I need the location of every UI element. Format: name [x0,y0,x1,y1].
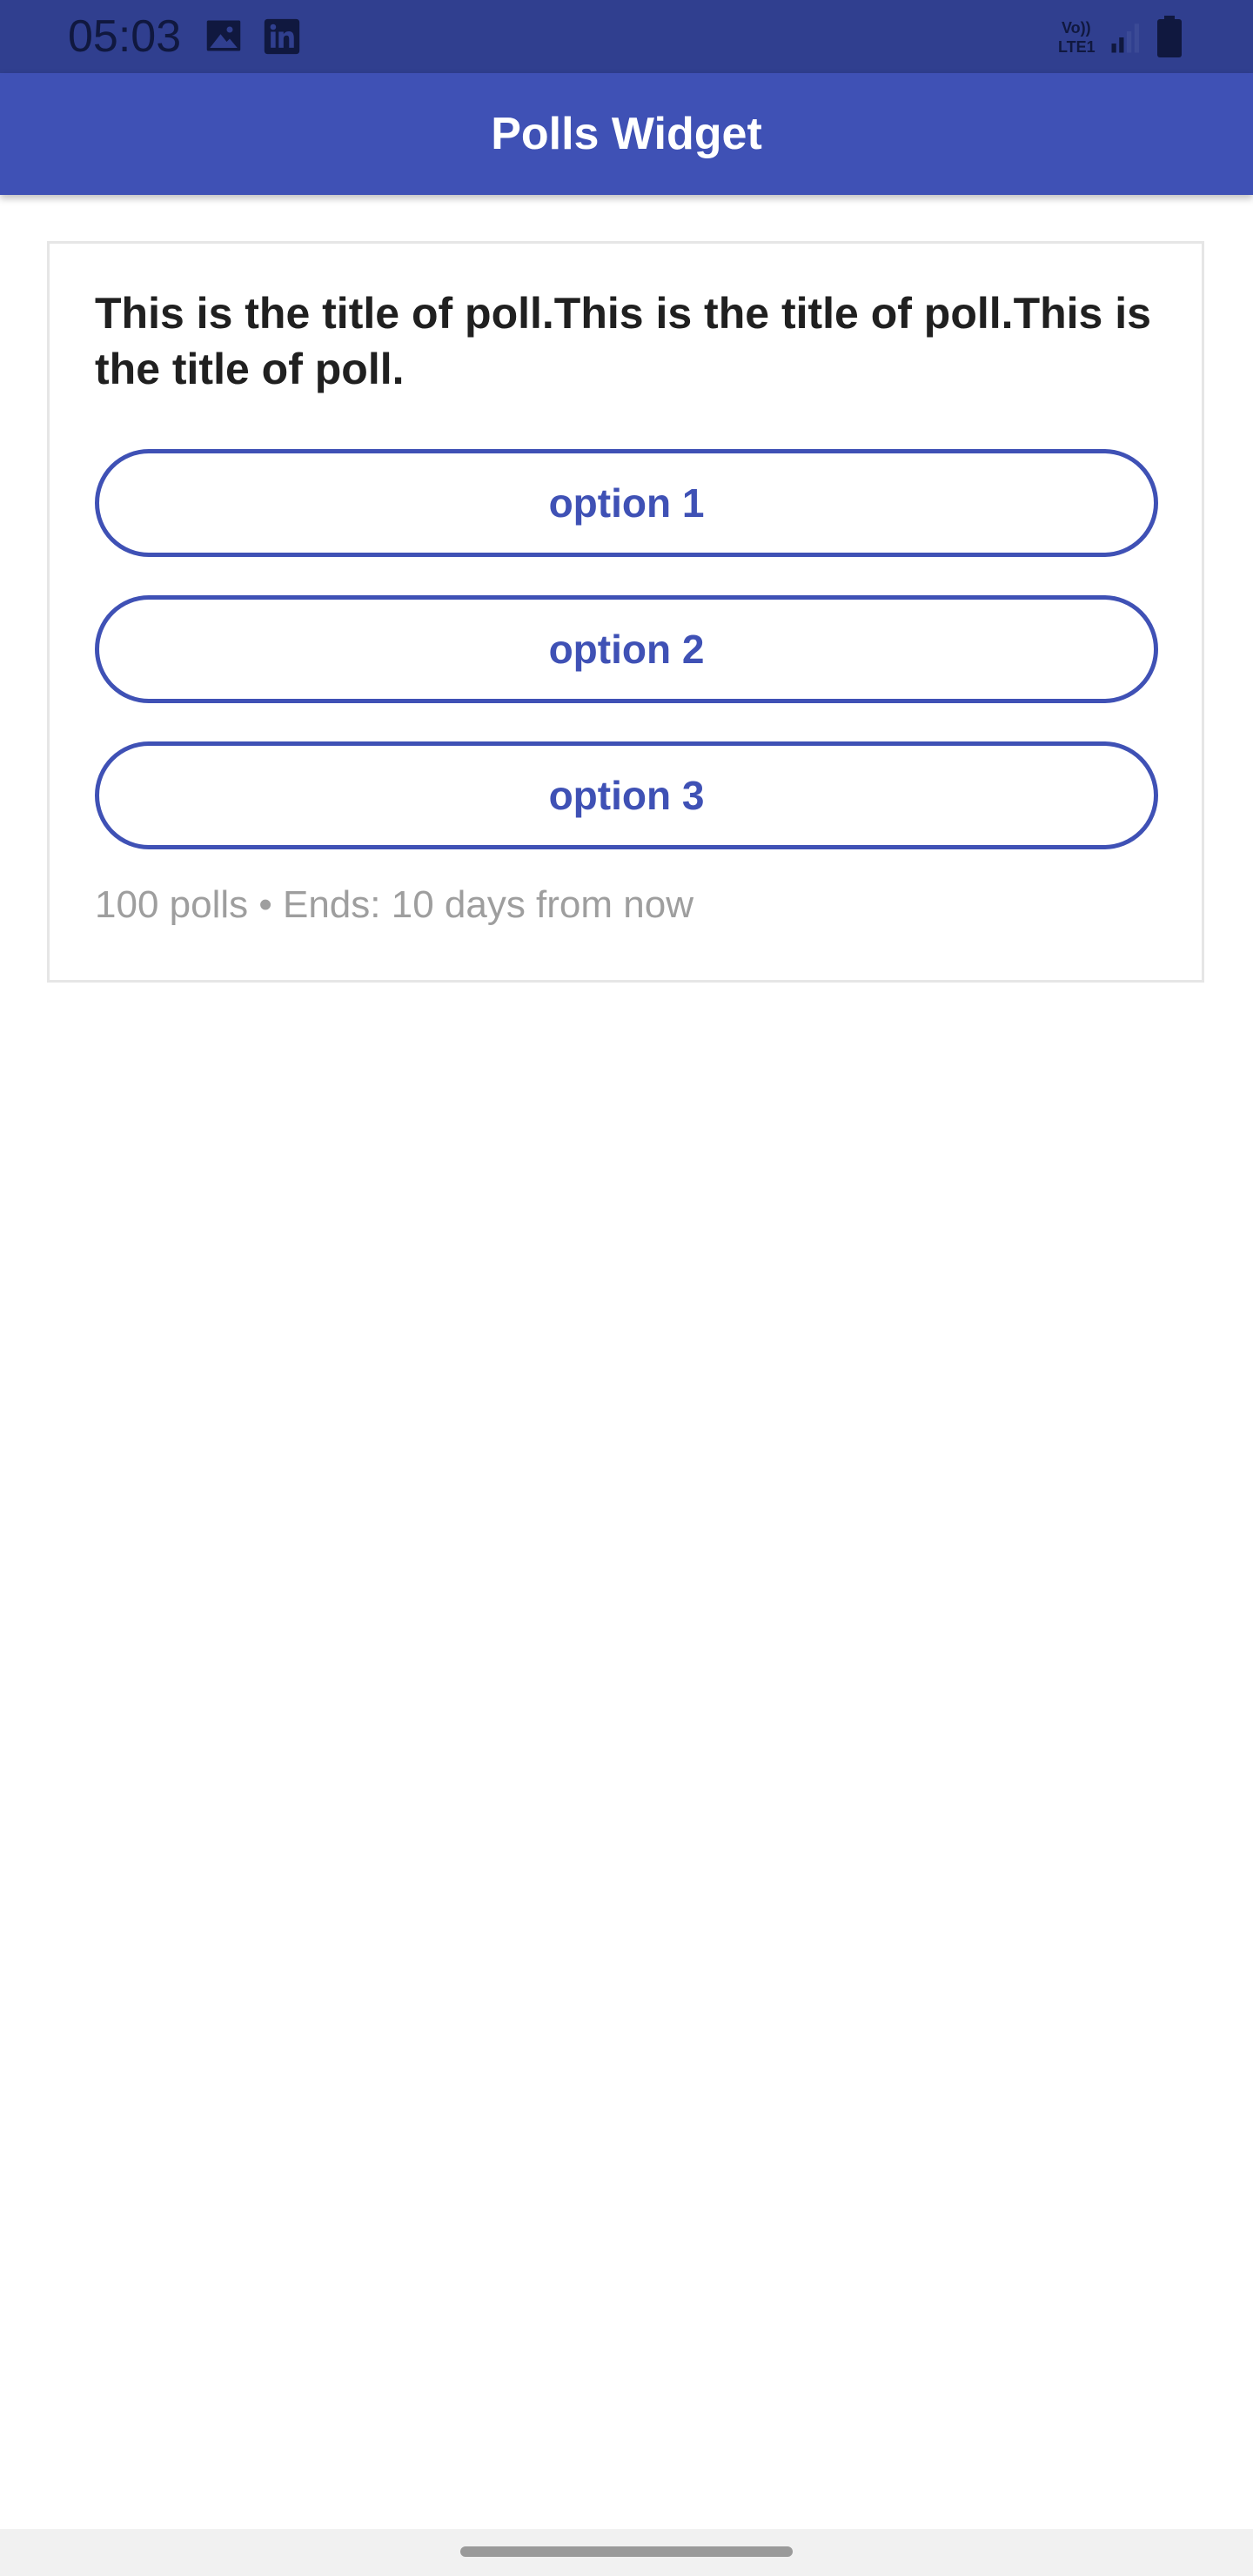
svg-text:LTE1: LTE1 [1058,38,1096,56]
poll-title: This is the title of poll.This is the ti… [95,289,1151,393]
poll-option-2-button[interactable]: option 2 [95,595,1158,703]
app-bar: Polls Widget [0,73,1253,195]
signal-icon [1109,19,1145,60]
app-title: Polls Widget [491,109,762,159]
battery-icon [1156,16,1183,62]
poll-option-3-button[interactable]: option 3 [95,741,1158,849]
poll-meta: 100 polls • Ends: 10 days from now [95,883,694,926]
poll-option-1-button[interactable]: option 1 [95,449,1158,557]
image-icon [205,17,242,58]
home-handle[interactable] [460,2546,793,2557]
status-time: 05:03 [68,11,182,62]
content-area: This is the title of poll.This is the ti… [0,195,1253,2529]
poll-card: This is the title of poll.This is the ti… [47,241,1204,983]
status-bar: 05:03 Vo)) LTE1 [0,0,1253,73]
navigation-bar [0,2529,1253,2576]
linkedin-icon [263,17,301,60]
volte-icon: Vo)) LTE1 [1055,16,1107,64]
svg-text:Vo)): Vo)) [1062,19,1091,37]
